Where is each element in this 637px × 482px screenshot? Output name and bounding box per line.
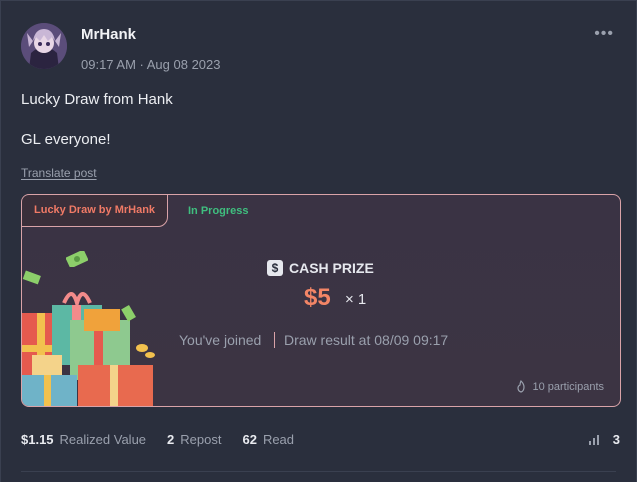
analytics-stat[interactable]: 3 bbox=[588, 432, 620, 447]
read-label: Read bbox=[262, 432, 295, 447]
post-text-line: Lucky Draw from Hank bbox=[21, 91, 173, 108]
prize-label-text: CASH PRIZE bbox=[289, 260, 374, 276]
author-name[interactable]: MrHank bbox=[81, 26, 136, 43]
post-card: MrHank 09:17 AM · Aug 08 2023 ••• Lucky … bbox=[0, 0, 637, 482]
cash-icon: $ bbox=[267, 260, 283, 276]
prize-quantity: × 1 bbox=[345, 291, 367, 308]
post-timestamp: 09:17 AM · Aug 08 2023 bbox=[81, 57, 221, 72]
draw-result-time: Draw result at 08/09 09:17 bbox=[284, 332, 449, 348]
prize-label: $ CASH PRIZE bbox=[267, 260, 374, 276]
gift-boxes-illustration bbox=[22, 270, 155, 406]
divider bbox=[21, 471, 616, 472]
read-count: 62 bbox=[242, 432, 257, 447]
post-text-line: GL everyone! bbox=[21, 131, 111, 148]
bar-chart-icon bbox=[588, 434, 599, 445]
more-options-icon[interactable]: ••• bbox=[594, 25, 614, 43]
realized-value-label: Realized Value bbox=[59, 432, 147, 447]
analytics-count: 3 bbox=[612, 432, 620, 447]
participants-label: 10 participants bbox=[532, 380, 604, 393]
repost-label[interactable]: Repost bbox=[180, 432, 221, 447]
joined-status: You've joined bbox=[179, 332, 262, 348]
realized-value: $1.15 bbox=[21, 432, 54, 447]
lucky-draw-card[interactable]: Lucky Draw by MrHank In Progress $ CASH … bbox=[21, 194, 621, 407]
draw-status-badge: In Progress bbox=[188, 205, 249, 217]
participants-count[interactable]: 10 participants bbox=[515, 380, 604, 393]
divider bbox=[274, 332, 275, 348]
draw-tag: Lucky Draw by MrHank bbox=[22, 195, 169, 227]
post-stats: $1.15 Realized Value 2 Repost 62 Read bbox=[21, 432, 294, 447]
prize-amount: $5 bbox=[304, 284, 331, 311]
money-bill-icon bbox=[66, 251, 88, 267]
avatar[interactable] bbox=[21, 23, 67, 69]
flame-icon bbox=[517, 380, 526, 393]
translate-post-link[interactable]: Translate post bbox=[21, 166, 97, 180]
repost-count: 2 bbox=[167, 432, 175, 447]
